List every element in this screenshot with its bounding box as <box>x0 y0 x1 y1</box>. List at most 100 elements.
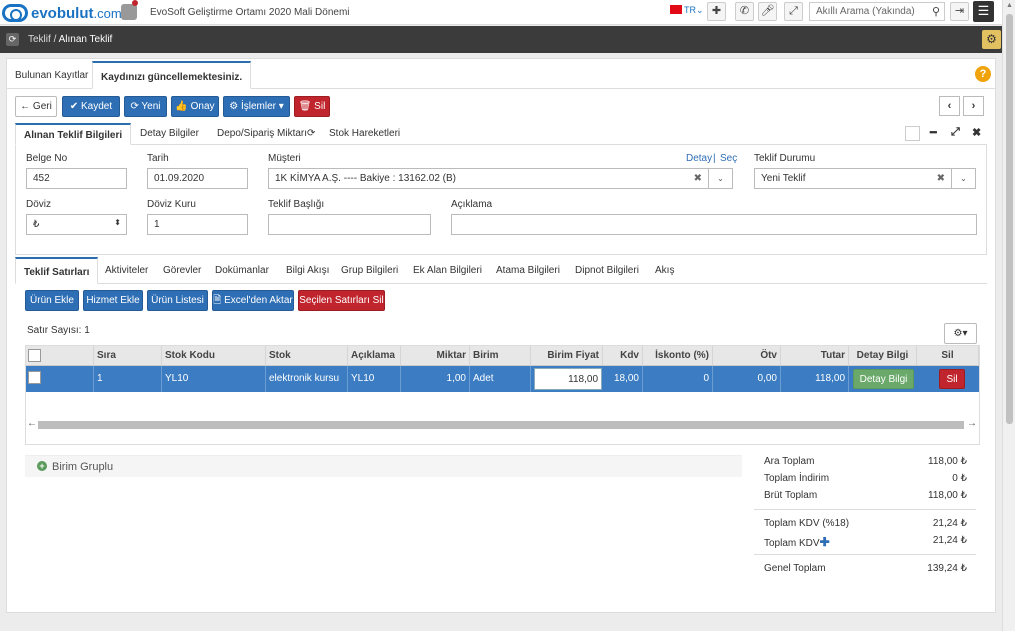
tab-info-flow[interactable]: Bilgi Akışı <box>278 257 337 284</box>
minimize-icon[interactable]: ━ <box>930 126 937 139</box>
prev-record-button[interactable]: ‹ <box>939 96 960 116</box>
sec-link[interactable]: Seç <box>720 153 737 164</box>
col-kdv[interactable]: Kdv <box>603 346 643 365</box>
tab-stock-movements[interactable]: Stok Hareketleri <box>321 123 408 145</box>
cell-birim[interactable]: Adet <box>470 366 531 392</box>
new-button[interactable]: ⟳ Yeni <box>124 96 167 117</box>
row-detail-button[interactable]: Detay Bilgi <box>853 369 914 389</box>
breadcrumb-root[interactable]: Teklif <box>28 34 51 45</box>
user-icon[interactable] <box>121 4 137 20</box>
cell-iskonto[interactable]: 0 <box>643 366 713 392</box>
language-selector[interactable]: TR⌄ <box>684 5 704 16</box>
logout-icon[interactable]: ⇥ <box>950 2 969 21</box>
logo[interactable]: evobulut.com <box>2 2 122 24</box>
chevron-down-icon[interactable]: ⌄ <box>708 169 732 188</box>
plus-icon[interactable]: ✚ <box>820 535 830 549</box>
flag-tr-icon[interactable] <box>670 5 682 14</box>
tab-found-records[interactable]: Bulunan Kayıtlar <box>7 61 96 89</box>
baslik-input[interactable] <box>268 214 431 235</box>
tab-editing-record[interactable]: Kaydınızı güncellemektesiniz. <box>92 61 252 89</box>
add-icon[interactable]: ✚ <box>707 2 726 21</box>
scroll-up-icon[interactable]: ▲ <box>1006 2 1013 9</box>
tab-documents[interactable]: Dokümanlar <box>207 257 277 284</box>
scroll-track[interactable] <box>38 421 964 429</box>
cell-miktar[interactable]: 1,00 <box>401 366 470 392</box>
select-all-checkbox[interactable] <box>28 349 41 362</box>
expand-icon[interactable]: ⤢ <box>951 126 960 139</box>
clear-icon[interactable]: ✖ <box>694 173 702 184</box>
product-list-button[interactable]: Ürün Listesi <box>147 290 208 311</box>
col-aciklama[interactable]: Açıklama <box>348 346 401 365</box>
phone-icon[interactable]: ✆ <box>735 2 754 21</box>
page-scrollbar[interactable]: ▲ <box>1002 0 1015 631</box>
durum-select[interactable]: Yeni Teklif ✖ ⌄ <box>754 168 976 189</box>
menu-icon[interactable]: ☰ <box>973 1 994 22</box>
table-row[interactable]: 1 YL10 elektronik kursu YL10 1,00 Adet 1… <box>26 366 979 392</box>
add-service-button[interactable]: Hizmet Ekle <box>83 290 143 311</box>
aciklama-input[interactable] <box>451 214 977 235</box>
belge-no-input[interactable]: 452 <box>26 168 127 189</box>
grid-settings-button[interactable]: ⚙▾ <box>944 323 977 344</box>
doviz-select[interactable]: ₺ ⬍ <box>26 214 127 235</box>
birim-fiyat-input[interactable]: 118,00 <box>534 368 602 390</box>
add-product-button[interactable]: Ürün Ekle <box>25 290 79 311</box>
col-birim[interactable]: Birim <box>470 346 531 365</box>
tab-flow[interactable]: Akış <box>647 257 682 284</box>
grid-horizontal-scrollbar[interactable]: ← → <box>26 418 979 432</box>
col-sira[interactable]: Sıra <box>94 346 162 365</box>
chevron-down-icon[interactable]: ⌄ <box>951 169 975 188</box>
detay-link[interactable]: Detay <box>686 153 712 164</box>
col-stok-kodu[interactable]: Stok Kodu <box>162 346 266 365</box>
col-otv[interactable]: Ötv <box>713 346 781 365</box>
tab-extra-fields[interactable]: Ek Alan Bilgileri <box>405 257 490 284</box>
tab-offer-lines[interactable]: Teklif Satırları <box>15 257 99 284</box>
fullscreen-icon[interactable]: ⤢ <box>784 2 803 21</box>
excel-import-button[interactable]: 🗎 Excel'den Aktar <box>212 290 294 311</box>
tab-detail-info[interactable]: Detay Bilgiler <box>132 123 207 145</box>
actions-dropdown-button[interactable]: ⚙ İşlemler ▾ <box>223 96 290 117</box>
tarih-input[interactable]: 01.09.2020 <box>147 168 248 189</box>
cell-otv[interactable]: 0,00 <box>713 366 781 392</box>
scroll-thumb[interactable] <box>1006 14 1013 424</box>
cell-stok-kodu[interactable]: YL10 <box>162 366 266 392</box>
clear-icon[interactable]: ✖ <box>937 173 945 184</box>
tab-footnote-info[interactable]: Dipnot Bilgileri <box>567 257 647 284</box>
scroll-right-icon[interactable]: → <box>967 418 977 429</box>
delete-button[interactable]: 🗑 Sil <box>294 96 330 117</box>
microphone-icon[interactable]: 🎤︎ <box>758 2 777 21</box>
scroll-left-icon[interactable]: ← <box>27 418 37 429</box>
col-stok[interactable]: Stok <box>266 346 348 365</box>
col-detay-bilgi[interactable]: Detay Bilgi <box>849 346 917 365</box>
page-tabs: Bulunan Kayıtlar Kaydınızı güncellemekte… <box>7 61 995 89</box>
tab-group-info[interactable]: Grup Bilgileri <box>333 257 406 284</box>
cell-aciklama[interactable]: YL10 <box>348 366 401 392</box>
cell-kdv[interactable]: 18,00 <box>603 366 643 392</box>
musteri-select[interactable]: 1K KİMYA A.Ş. ---- Bakiye : 13162.02 (B)… <box>268 168 733 189</box>
back-button[interactable]: ← Geri <box>15 96 57 117</box>
settings-gear-icon[interactable]: ⚙ <box>982 30 1001 49</box>
toggle-checkbox[interactable] <box>905 126 920 141</box>
col-sil[interactable]: Sil <box>917 346 979 365</box>
col-birim-fiyat[interactable]: Birim Fiyat <box>531 346 603 365</box>
refresh-icon[interactable]: ⟳ <box>6 33 19 46</box>
save-button[interactable]: ✔ Kaydet <box>62 96 120 117</box>
help-icon[interactable]: ? <box>975 66 991 82</box>
delete-selected-rows-button[interactable]: Seçilen Satırları Sil <box>298 290 385 311</box>
tab-activities[interactable]: Aktiviteler <box>97 257 156 284</box>
unit-group-panel[interactable]: + Birim Gruplu <box>25 455 742 477</box>
close-icon[interactable]: ✖ <box>972 126 981 139</box>
col-miktar[interactable]: Miktar <box>401 346 470 365</box>
tab-assignment-info[interactable]: Atama Bilgileri <box>488 257 568 284</box>
col-tutar[interactable]: Tutar <box>781 346 849 365</box>
smart-search-input[interactable]: Akıllı Arama (Yakında) ⚲ <box>809 2 945 21</box>
row-checkbox[interactable] <box>28 371 41 384</box>
next-record-button[interactable]: › <box>963 96 984 116</box>
doviz-kuru-input[interactable]: 1 <box>147 214 248 235</box>
row-delete-button[interactable]: Sil <box>939 369 965 389</box>
tab-warehouse-qty[interactable]: Depo/Sipariş Miktarı⟳ <box>209 123 323 145</box>
cell-stok[interactable]: elektronik kursu <box>266 366 348 392</box>
tab-offer-info[interactable]: Alınan Teklif Bilgileri <box>15 123 132 145</box>
approve-button[interactable]: 👍 Onay <box>171 96 219 117</box>
col-iskonto[interactable]: İskonto (%) <box>643 346 713 365</box>
tab-tasks[interactable]: Görevler <box>155 257 209 284</box>
